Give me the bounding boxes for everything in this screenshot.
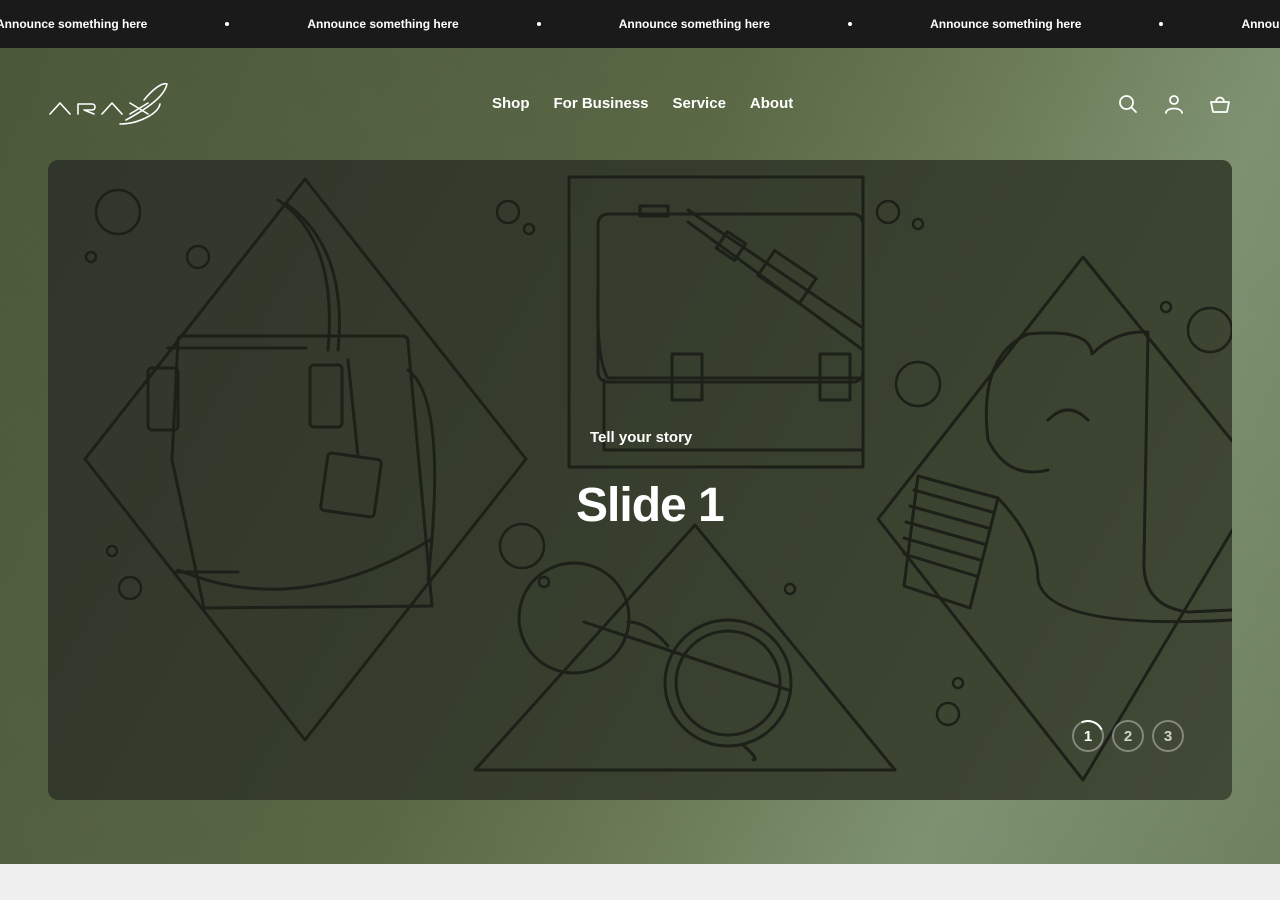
cart-icon [1210,96,1230,113]
hero-area: Shop For Business Service About Tell you… [0,48,1280,864]
hero-slideshow: Tell your story Slide 1 1 2 3 [48,160,1232,800]
slideshow-pager: 1 2 3 [1072,720,1184,752]
announcement-bar: Announce something here Announce somethi… [0,0,1280,48]
announcement-text: Announce something here [618,17,771,31]
slide-title: Slide 1 [576,479,725,532]
logo-mark-icon [49,82,168,125]
announcement-text: Announce something here [1241,17,1280,31]
search-button[interactable] [1116,92,1140,116]
announcement-track: Announce something here Announce somethi… [0,0,1280,48]
page-content-strip [0,864,1280,900]
pager-dot-3[interactable]: 3 [1152,720,1184,752]
main-nav: Shop For Business Service About [480,92,793,116]
nav-for-business[interactable]: For Business [554,92,649,116]
nav-about[interactable]: About [750,92,793,116]
cart-button[interactable] [1208,92,1232,116]
slide-subtitle: Tell your story [590,429,693,446]
bullet-separator-icon [536,22,541,26]
announcement-text: Announce something here [307,17,459,31]
bullet-separator-icon [225,22,230,26]
announcement-text: Announce something here [0,17,148,31]
bullet-separator-icon [848,22,853,26]
pager-dot-2[interactable]: 2 [1112,720,1144,752]
nav-service[interactable]: Service [673,92,726,116]
search-icon [1119,95,1137,113]
account-button[interactable] [1162,92,1186,116]
nav-shop[interactable]: Shop [492,92,530,116]
header-actions [1116,92,1232,116]
arax-logo[interactable] [48,80,170,126]
site-header: Shop For Business Service About [0,48,1280,160]
account-icon [1165,95,1183,114]
pager-dot-1[interactable]: 1 [1072,720,1104,752]
announcement-text: Announce something here [930,17,1082,31]
bullet-separator-icon [1159,22,1164,26]
